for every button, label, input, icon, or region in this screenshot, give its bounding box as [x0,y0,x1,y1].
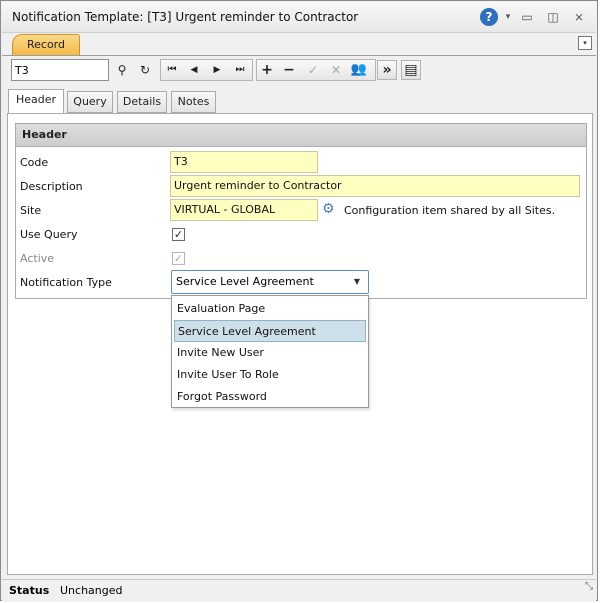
title-bar: Notification Template: [T3] Urgent remin… [2,2,596,33]
strip-menu-icon[interactable]: ▾ [578,36,592,50]
more-icon[interactable]: » [377,60,397,80]
active-label: Active [20,252,55,265]
dropdown-option[interactable]: Invite New User [174,342,366,364]
close-button[interactable]: ⨯ [571,8,587,26]
active-checkbox: ✓ [172,252,185,265]
first-record-icon[interactable]: ⏮ [162,60,182,80]
description-label: Description [20,180,83,193]
refresh-icon[interactable]: ↻ [135,60,155,80]
resize-grip-icon[interactable]: ⤡ [585,582,593,592]
record-tab[interactable]: Record [12,34,80,55]
tab-query[interactable]: Query [67,91,113,113]
tab-notes[interactable]: Notes [171,91,216,113]
dropdown-option[interactable]: Evaluation Page [174,298,366,320]
code-field[interactable]: T3 [170,151,318,173]
help-icon[interactable]: ? [480,8,498,26]
minimize-button[interactable]: ▭ [520,8,534,26]
status-value: Unchanged [60,584,123,597]
notification-type-dropdown: Evaluation Page Service Level Agreement … [171,295,369,408]
remove-icon[interactable]: − [279,60,299,80]
notification-type-value: Service Level Agreement [176,275,314,288]
search-input[interactable] [11,59,109,81]
code-label: Code [20,156,49,169]
use-query-checkbox[interactable]: ✓ [172,228,185,241]
restore-button[interactable]: ◫ [546,8,560,26]
dropdown-option[interactable]: Invite User To Role [174,364,366,386]
users-icon[interactable]: 👥 [349,60,369,80]
previous-record-icon[interactable]: ◀ [184,60,204,80]
search-icon[interactable]: ⚲ [112,60,132,80]
notification-type-label: Notification Type [20,276,112,289]
site-note: Configuration item shared by all Sites. [344,204,556,217]
page-icon[interactable]: ▤ [401,60,421,80]
dropdown-option[interactable]: Forgot Password [174,386,366,408]
accept-icon[interactable]: ✓ [303,60,323,80]
last-record-icon[interactable]: ⏭ [230,60,250,80]
use-query-label: Use Query [20,228,78,241]
cancel-icon[interactable]: ✕ [326,60,346,80]
tab-details[interactable]: Details [117,91,167,113]
section-title: Header [16,124,586,147]
notification-type-select[interactable]: Service Level Agreement ▼ [171,270,369,294]
site-config-icon: ⚙ [322,201,335,217]
next-record-icon[interactable]: ▶ [207,60,227,80]
status-bar: Status Unchanged ⤡ [2,579,596,602]
add-icon[interactable]: + [257,60,277,80]
chevron-down-icon[interactable]: ▼ [354,271,360,293]
site-label: Site [20,204,42,217]
help-dropdown-icon[interactable]: ▾ [503,8,513,26]
tab-header[interactable]: Header [8,89,64,114]
status-label: Status [9,584,50,597]
window-title: Notification Template: [T3] Urgent remin… [12,10,359,24]
toolbar: ⚲ ↻ ⏮ ◀ ▶ ⏭ + − ✓ ✕ 👥 » ▤ [9,59,425,83]
dropdown-option-selected[interactable]: Service Level Agreement [174,320,366,342]
description-field[interactable]: Urgent reminder to Contractor [170,175,580,197]
window: Notification Template: [T3] Urgent remin… [0,0,598,602]
record-tab-strip: Record ▾ [2,33,596,56]
site-field[interactable]: VIRTUAL - GLOBAL [170,199,318,221]
